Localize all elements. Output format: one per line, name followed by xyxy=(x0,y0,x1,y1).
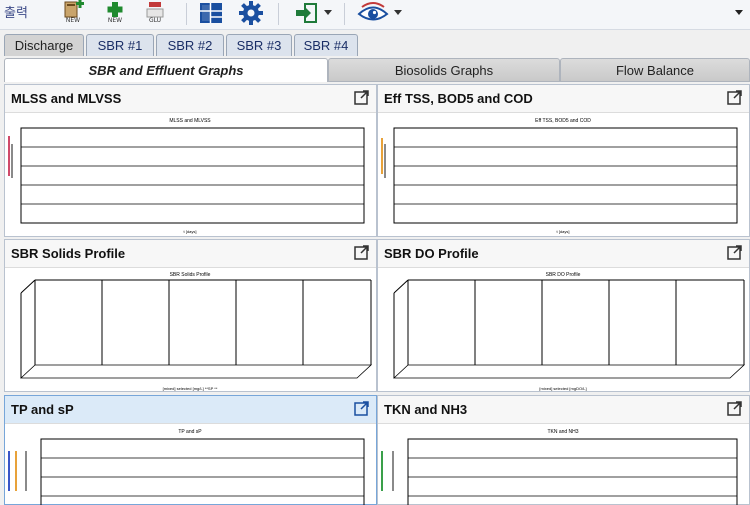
chart-sbr-do-profile: SBR DO Profile [mixed] selected [mgDO/L] xyxy=(392,272,746,391)
chart-eff-tss-bod5-cod: Eff TSS, BOD5 and COD t [days] xyxy=(381,118,738,234)
panel-title: SBR Solids Profile xyxy=(11,246,126,261)
panel-title: SBR DO Profile xyxy=(384,246,479,261)
graph-tabs: SBR and Effluent Graphs Biosolids Graphs… xyxy=(0,58,750,82)
popout-icon[interactable] xyxy=(354,89,370,105)
chevron-down-icon xyxy=(394,10,402,15)
add-new-button[interactable]: NEW xyxy=(100,0,130,26)
layout-button[interactable] xyxy=(196,0,226,26)
tab-sbr-3[interactable]: SBR #3 xyxy=(226,34,292,56)
chevron-down-icon xyxy=(324,10,332,15)
y-axis-legend-strip xyxy=(381,451,394,491)
layout-grid-icon xyxy=(200,3,222,23)
gridlines xyxy=(21,146,364,205)
popout-icon[interactable] xyxy=(727,89,743,105)
gridlines xyxy=(394,146,737,205)
output-label: 출력 xyxy=(4,6,28,21)
glu-caption: GLU xyxy=(148,17,162,24)
popout-icon[interactable] xyxy=(354,244,370,260)
chart-title: TKN and NH3 xyxy=(547,429,578,435)
panel-title: Eff TSS, BOD5 and COD xyxy=(384,91,533,106)
chevron-down-icon xyxy=(735,10,743,15)
toolbar-separator xyxy=(344,3,345,25)
gridlines xyxy=(408,457,737,497)
chart-tkn-nh3: TKN and NH3 xyxy=(381,429,738,505)
tab-label: SBR #4 xyxy=(303,38,349,53)
panel-header: SBR Solids Profile xyxy=(5,240,376,268)
chart-title: Eff TSS, BOD5 and COD xyxy=(535,118,591,124)
toolbar-overflow-dropdown[interactable] xyxy=(732,0,746,26)
y-axis-legend-strip xyxy=(8,136,13,178)
panel-sbr-solids-profile: SBR Solids Profile SBR Solids Profile [m… xyxy=(4,239,377,392)
panel-header: SBR DO Profile xyxy=(378,240,749,268)
chart-title: SBR DO Profile xyxy=(546,272,581,278)
tab-label: SBR #3 xyxy=(236,38,282,53)
tab-label: SBR #2 xyxy=(167,38,213,53)
y-axis-legend-strip xyxy=(8,451,27,491)
tab-label: SBR and Effluent Graphs xyxy=(88,63,244,78)
chart-mlss-mlvss: MLSS and MLVSS t [days] xyxy=(8,118,365,234)
chart-sbr-solids-profile: SBR Solids Profile [mixed] selected [mg/… xyxy=(19,272,373,391)
panel-header: TP and sP xyxy=(5,396,376,424)
sign-in-icon xyxy=(296,3,317,23)
chart-tp-sp: TP and sP xyxy=(8,429,365,505)
panel-tp-sp: TP and sP TP and sP xyxy=(4,395,377,505)
import-dropdown[interactable] xyxy=(322,0,334,26)
tab-label: Flow Balance xyxy=(615,62,695,78)
tab-sbr-4[interactable]: SBR #4 xyxy=(294,34,358,56)
tab-discharge[interactable]: Discharge xyxy=(4,34,84,56)
panel-header: MLSS and MLVSS xyxy=(5,85,376,113)
new-record-button[interactable]: NEW xyxy=(58,0,88,26)
new-caption-1: NEW xyxy=(65,17,81,24)
x-axis-label: t [days] xyxy=(557,229,570,234)
chart-title: SBR Solids Profile xyxy=(170,272,211,278)
toolbar-separator xyxy=(186,3,187,25)
x-axis-label: [mixed] selected [mg/L] **SP ** xyxy=(163,386,218,391)
tab-label: SBR #1 xyxy=(97,38,143,53)
tab-label: Discharge xyxy=(14,38,74,53)
view-dropdown[interactable] xyxy=(392,0,404,26)
gridlines xyxy=(41,457,364,497)
profile-columns xyxy=(34,280,304,365)
x-axis-label: t [days] xyxy=(184,229,197,234)
tab-sbr-effluent-graphs[interactable]: SBR and Effluent Graphs xyxy=(4,58,328,82)
toolbar-separator xyxy=(278,3,279,25)
view-button[interactable] xyxy=(356,0,390,26)
tab-sbr-1[interactable]: SBR #1 xyxy=(86,34,154,56)
toolbar: 출력 NEW NEW GLU xyxy=(0,0,750,30)
chart-title: MLSS and MLVSS xyxy=(169,118,211,124)
tab-sbr-2[interactable]: SBR #2 xyxy=(156,34,224,56)
panel-title: MLSS and MLVSS xyxy=(11,91,122,106)
remove-glu-button[interactable]: GLU xyxy=(140,0,170,26)
x-axis-label: [mixed] selected [mgDO/L] xyxy=(539,386,586,391)
popout-icon[interactable] xyxy=(354,400,370,416)
import-button[interactable] xyxy=(292,0,320,26)
y-axis-legend-strip xyxy=(381,138,386,178)
panel-title: TKN and NH3 xyxy=(384,402,468,417)
tab-biosolids-graphs[interactable]: Biosolids Graphs xyxy=(328,58,560,82)
settings-button[interactable] xyxy=(236,0,266,26)
chart-title: TP and sP xyxy=(178,429,202,435)
popout-icon[interactable] xyxy=(727,400,743,416)
tab-flow-balance[interactable]: Flow Balance xyxy=(560,58,750,82)
reactor-tabs: Discharge SBR #1 SBR #2 SBR #3 SBR #4 xyxy=(0,34,750,56)
panel-sbr-do-profile: SBR DO Profile SBR DO Profile [mixed] se… xyxy=(377,239,750,392)
gear-icon xyxy=(239,1,263,25)
panel-tkn-nh3: TKN and NH3 TKN and NH3 xyxy=(377,395,750,505)
tab-label: Biosolids Graphs xyxy=(394,62,494,78)
panel-eff-tss-bod5-cod: Eff TSS, BOD5 and COD Eff TSS, BOD5 and … xyxy=(377,84,750,237)
popout-icon[interactable] xyxy=(727,244,743,260)
profile-columns xyxy=(407,280,677,365)
panel-header: TKN and NH3 xyxy=(378,396,749,424)
new-caption-2: NEW xyxy=(107,17,123,24)
panel-header: Eff TSS, BOD5 and COD xyxy=(378,85,749,113)
panel-mlss-mlvss: MLSS and MLVSS MLSS and MLVSS t [days] xyxy=(4,84,377,237)
panel-title: TP and sP xyxy=(11,402,74,417)
eye-icon xyxy=(357,2,389,21)
